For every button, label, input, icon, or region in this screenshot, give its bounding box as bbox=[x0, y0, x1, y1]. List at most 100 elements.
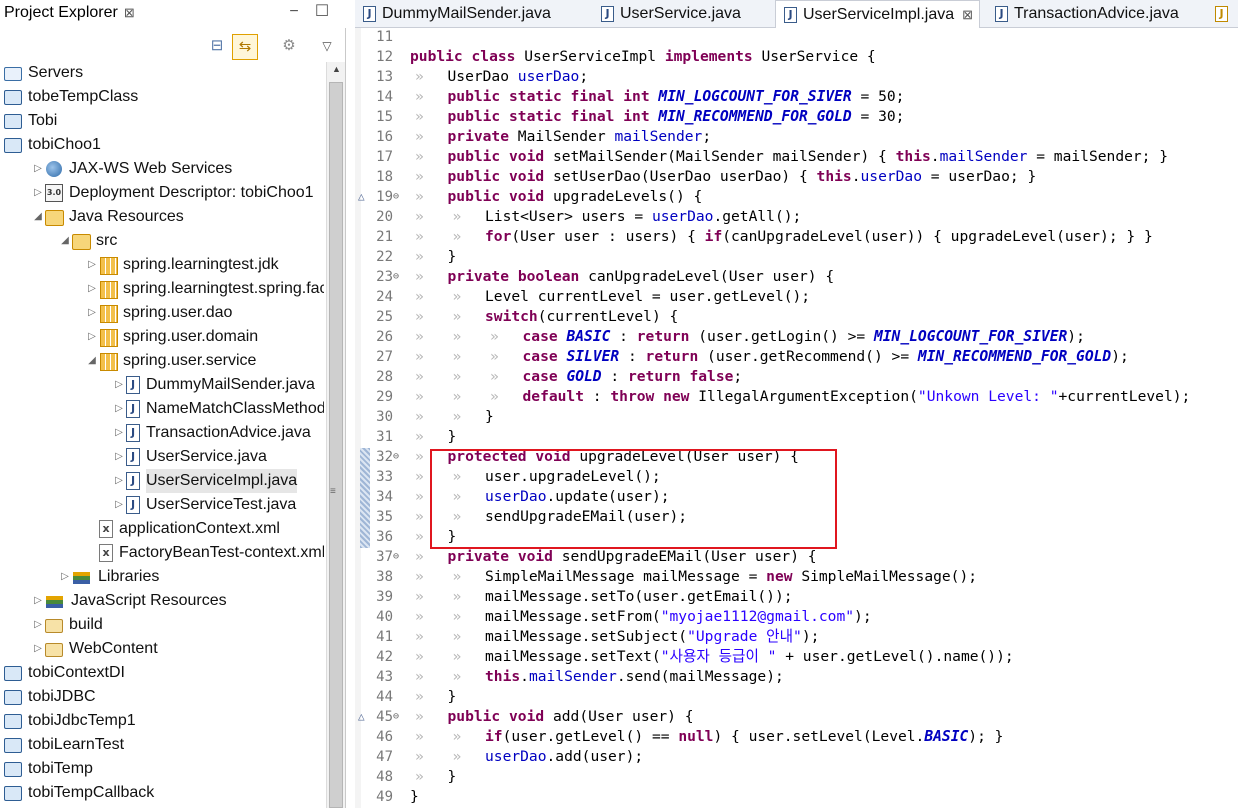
code-text[interactable]: case SILVER : return (user.getRecommend(… bbox=[523, 347, 1129, 367]
code-line[interactable]: △ 45 ⊖ » public void add(User user) { bbox=[355, 707, 1238, 727]
code-line[interactable]: 26 » » » case BASIC : return (user.getLogin(… bbox=[355, 327, 1238, 347]
tree-item[interactable]: ▷ J UserServiceTest.java bbox=[112, 493, 296, 517]
maximize-icon[interactable]: ☐ bbox=[312, 2, 332, 22]
expanded-arrow-icon[interactable]: ◢ bbox=[31, 205, 45, 229]
tree-item[interactable]: tobiChoo1 bbox=[4, 133, 101, 157]
tree-item[interactable]: tobiTemp bbox=[4, 757, 93, 781]
tree-item[interactable]: Servers bbox=[4, 61, 83, 85]
tree-item[interactable]: ▷ J DummyMailSender.java bbox=[112, 373, 315, 397]
code-line[interactable]: 48 »} bbox=[355, 767, 1238, 787]
collapsed-arrow-icon[interactable]: ▷ bbox=[112, 373, 126, 397]
tree-item[interactable]: ▷ JavaScript Resources bbox=[31, 589, 226, 613]
editor-tab[interactable]: J TransactionAdvice.java bbox=[987, 0, 1187, 28]
tree-item[interactable]: tobiContextDI bbox=[4, 661, 125, 685]
code-line[interactable]: 15 » public static final int MIN_RECOMMEND… bbox=[355, 107, 1238, 127]
close-tab-icon[interactable]: ⊠ bbox=[962, 1, 973, 29]
tree-item[interactable]: ▷ spring.user.dao bbox=[85, 301, 232, 325]
collapsed-arrow-icon[interactable]: ▷ bbox=[31, 637, 45, 661]
code-line[interactable]: 21 » » for(User user : users) { if(canUpgra… bbox=[355, 227, 1238, 247]
code-text[interactable]: mailMessage.setText("사용자 등급이 " + user.ge… bbox=[485, 647, 1014, 667]
code-text[interactable]: mailMessage.setFrom("myojae1112@gmail.co… bbox=[485, 607, 872, 627]
code-line[interactable]: 46 » » if(user.getLevel() == null) { user.s… bbox=[355, 727, 1238, 747]
code-text[interactable]: userDao.add(user); bbox=[485, 747, 643, 767]
code-line[interactable]: 40 » » mailMessage.setFrom("myojae1112@gmai… bbox=[355, 607, 1238, 627]
filter-icon[interactable]: ⚙ bbox=[276, 34, 302, 60]
tree-item[interactable]: tobiTempCallback bbox=[4, 781, 154, 805]
tree-item[interactable]: x FactoryBeanTest-context.xml bbox=[85, 541, 324, 565]
code-text[interactable]: public void upgradeLevels() { bbox=[448, 187, 703, 207]
code-text[interactable]: private void sendUpgradeEMail(User user)… bbox=[448, 547, 817, 567]
tree-item[interactable]: ◢ Java Resources bbox=[31, 205, 184, 229]
tree-item[interactable]: x applicationContext.xml bbox=[85, 517, 280, 541]
tree-item[interactable]: tobiJDBC bbox=[4, 685, 96, 709]
tree-item[interactable]: ▷ J UserService.java bbox=[112, 445, 267, 469]
collapsed-arrow-icon[interactable]: ▷ bbox=[85, 277, 99, 301]
code-text[interactable]: mailMessage.setSubject("Upgrade 안내"); bbox=[485, 627, 819, 647]
code-line[interactable]: 44 »} bbox=[355, 687, 1238, 707]
tree-item[interactable]: ▷ Libraries bbox=[58, 565, 159, 589]
code-line[interactable]: 25 » » switch(currentLevel) { bbox=[355, 307, 1238, 327]
code-line[interactable]: 18 » public void setUserDao(UserDao userDa… bbox=[355, 167, 1238, 187]
code-text[interactable]: SimpleMailMessage mailMessage = new Simp… bbox=[485, 567, 977, 587]
code-text[interactable]: public void add(User user) { bbox=[448, 707, 694, 727]
code-line[interactable]: 24 » » Level currentLevel = user.getLevel()… bbox=[355, 287, 1238, 307]
code-text[interactable]: public static final int MIN_LOGCOUNT_FOR… bbox=[448, 87, 905, 107]
code-text[interactable]: switch(currentLevel) { bbox=[485, 307, 678, 327]
code-line[interactable]: 31 »} bbox=[355, 427, 1238, 447]
tree-item[interactable]: ▷ J UserServiceImpl.java bbox=[112, 469, 298, 493]
tree-item[interactable]: tobeTempClass bbox=[4, 85, 138, 109]
code-text[interactable]: public class UserServiceImpl implements … bbox=[410, 47, 876, 67]
code-text[interactable]: UserDao userDao; bbox=[448, 67, 589, 87]
code-text[interactable]: } bbox=[448, 427, 457, 447]
tree-item[interactable]: ▷ JAX-WS Web Services bbox=[31, 157, 232, 181]
collapsed-arrow-icon[interactable]: ▷ bbox=[31, 613, 45, 637]
code-line[interactable]: 27 » » » case SILVER : return (user.getRecom… bbox=[355, 347, 1238, 367]
code-text[interactable]: } bbox=[448, 247, 457, 267]
collapse-all-icon[interactable]: ⊟ bbox=[204, 34, 230, 60]
minimize-icon[interactable]: − bbox=[284, 2, 304, 22]
tree-item[interactable]: ▷ J NameMatchClassMethodP bbox=[112, 397, 324, 421]
code-text[interactable]: } bbox=[448, 687, 457, 707]
tree-item[interactable]: ▷ J TransactionAdvice.java bbox=[112, 421, 311, 445]
code-line[interactable]: 47 » » userDao.add(user); bbox=[355, 747, 1238, 767]
collapsed-arrow-icon[interactable]: ▷ bbox=[85, 301, 99, 325]
tree-item[interactable]: ▷ build bbox=[31, 613, 103, 637]
code-text[interactable]: mailMessage.setTo(user.getEmail()); bbox=[485, 587, 793, 607]
code-line[interactable]: 29 » » » default : throw new IllegalArgument… bbox=[355, 387, 1238, 407]
code-line[interactable]: 43 » » this.mailSender.send(mailMessage); bbox=[355, 667, 1238, 687]
code-line[interactable]: 14 » public static final int MIN_LOGCOUNT_… bbox=[355, 87, 1238, 107]
override-marker-icon[interactable]: △ bbox=[358, 707, 365, 727]
tree-item[interactable]: tobiJdbcTemp1 bbox=[4, 709, 136, 733]
code-line[interactable]: 49} bbox=[355, 787, 1238, 807]
editor-tab[interactable]: J UserService.java bbox=[593, 0, 763, 28]
code-text[interactable]: for(User user : users) { if(canUpgradeLe… bbox=[485, 227, 1153, 247]
code-text[interactable]: public void setMailSender(MailSender mai… bbox=[448, 147, 1169, 167]
code-line[interactable]: 28 » » » case GOLD : return false; bbox=[355, 367, 1238, 387]
code-text[interactable]: public static final int MIN_RECOMMEND_FO… bbox=[448, 107, 905, 127]
code-text[interactable]: private MailSender mailSender; bbox=[448, 127, 712, 147]
fold-toggle-icon[interactable]: ⊖ bbox=[393, 547, 399, 567]
code-text[interactable]: List<User> users = userDao.getAll(); bbox=[485, 207, 801, 227]
code-line[interactable]: 13 » UserDao userDao; bbox=[355, 67, 1238, 87]
code-text[interactable]: if(user.getLevel() == null) { user.setLe… bbox=[485, 727, 1003, 747]
tree-item[interactable]: Tobi bbox=[4, 109, 57, 133]
link-with-editor-icon[interactable]: ⇆ bbox=[232, 34, 258, 60]
code-text[interactable]: } bbox=[485, 407, 494, 427]
code-text[interactable]: case BASIC : return (user.getLogin() >= … bbox=[523, 327, 1085, 347]
code-text[interactable]: } bbox=[448, 767, 457, 787]
editor-tab[interactable]: J DummyMailSender.java bbox=[355, 0, 585, 28]
view-menu-icon[interactable]: ▽ bbox=[314, 34, 340, 60]
editor-tab[interactable]: J UserServiceImpl.java ⊠ bbox=[775, 0, 980, 28]
tree-item[interactable]: ▷ WebContent bbox=[31, 637, 158, 661]
code-text[interactable]: default : throw new IllegalArgumentExcep… bbox=[523, 387, 1191, 407]
tree-item[interactable]: ◢ spring.user.service bbox=[85, 349, 256, 373]
code-line[interactable]: 22 »} bbox=[355, 247, 1238, 267]
scrollbar-thumb[interactable] bbox=[329, 82, 343, 808]
collapsed-arrow-icon[interactable]: ▷ bbox=[85, 325, 99, 349]
collapsed-arrow-icon[interactable]: ▷ bbox=[31, 589, 45, 613]
collapsed-arrow-icon[interactable]: ▷ bbox=[31, 157, 45, 181]
collapsed-arrow-icon[interactable]: ▷ bbox=[112, 397, 126, 421]
code-line[interactable]: 17 » public void setMailSender(MailSender … bbox=[355, 147, 1238, 167]
tree-item[interactable]: ▷ spring.learningtest.spring.facto bbox=[85, 277, 324, 301]
code-text[interactable]: case GOLD : return false; bbox=[523, 367, 743, 387]
